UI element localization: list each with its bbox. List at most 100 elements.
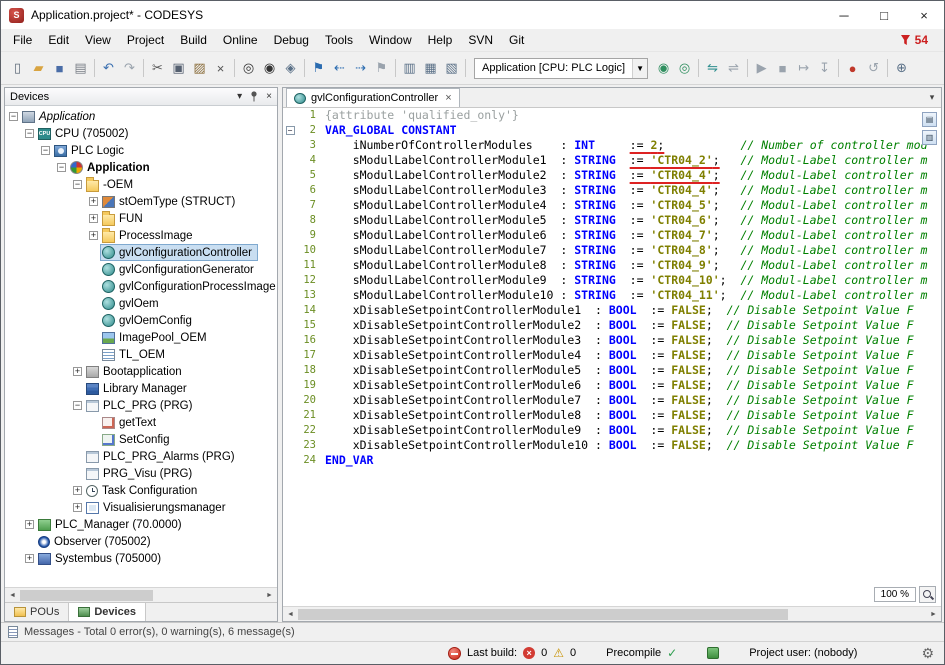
logout-icon[interactable]: ⇌: [723, 57, 744, 79]
zoom-button[interactable]: [919, 586, 936, 603]
declarations-view-icon[interactable]: ▥: [399, 57, 420, 79]
code-line[interactable]: 21 xDisableSetpointControllerModule8 : B…: [283, 408, 941, 423]
login-icon[interactable]: ⇋: [702, 57, 723, 79]
menu-file[interactable]: File: [5, 31, 40, 49]
tree-item-visualisierungsmanager[interactable]: +Visualisierungsmanager: [5, 499, 277, 516]
tree-item-gvloemconfig[interactable]: gvlOemConfig: [5, 312, 277, 329]
code-line[interactable]: 11 sModulLabelControllerModule8 : STRING…: [283, 258, 941, 273]
scrollbar-thumb[interactable]: [20, 590, 153, 601]
generate-code-icon[interactable]: ◎: [674, 57, 695, 79]
panel-tab-devices[interactable]: Devices: [69, 603, 146, 621]
menu-git[interactable]: Git: [501, 31, 532, 49]
paste-icon[interactable]: ▨: [189, 57, 210, 79]
print-icon[interactable]: ▤: [70, 57, 91, 79]
code-line[interactable]: 17 xDisableSetpointControllerModule4 : B…: [283, 348, 941, 363]
insert-icon[interactable]: ⊕: [891, 57, 912, 79]
code-line[interactable]: 1{attribute 'qualified_only'}: [283, 108, 941, 123]
redo-icon[interactable]: ↷: [119, 57, 140, 79]
menu-project[interactable]: Project: [119, 31, 172, 49]
active-application-selector[interactable]: Application [CPU: PLC Logic] ▼: [474, 58, 648, 79]
collapse-icon[interactable]: −: [41, 146, 50, 155]
close-tab-icon[interactable]: ×: [445, 92, 451, 104]
code-line[interactable]: 6 sModulLabelControllerModule3 : STRING …: [283, 183, 941, 198]
code-line[interactable]: 3 iNumberOfControllerModules : INT := 2;…: [283, 138, 941, 153]
menu-svn[interactable]: SVN: [460, 31, 501, 49]
tree-item-fun[interactable]: +FUN: [5, 210, 277, 227]
menu-help[interactable]: Help: [420, 31, 461, 49]
scroll-left-icon[interactable]: ◄: [283, 607, 298, 621]
undo-icon[interactable]: ↶: [98, 57, 119, 79]
tree-item-gvlconfigurationgenerator[interactable]: gvlConfigurationGenerator: [5, 261, 277, 278]
tree-item-oem[interactable]: −-OEM: [5, 176, 277, 193]
close-panel-icon[interactable]: ×: [266, 91, 272, 102]
prev-bookmark-icon[interactable]: ⇠: [329, 57, 350, 79]
minimize-button[interactable]: ─: [824, 1, 864, 29]
code-line[interactable]: 24END_VAR: [283, 453, 941, 468]
tab-list-chevron-icon[interactable]: ▾: [923, 92, 941, 103]
collapse-icon[interactable]: −: [57, 163, 66, 172]
tree-item-application[interactable]: −Application: [5, 159, 277, 176]
panel-menu-chevron-icon[interactable]: ▾: [237, 91, 242, 102]
tree-item-plc-prg-prg[interactable]: −PLC_PRG (PRG): [5, 397, 277, 414]
tree-item-observer-705002[interactable]: Observer (705002): [5, 533, 277, 550]
save-icon[interactable]: ■: [49, 57, 70, 79]
tree-item-prg-visu-prg[interactable]: PRG_Visu (PRG): [5, 465, 277, 482]
step-over-icon[interactable]: ↦: [793, 57, 814, 79]
tree-item-imagepool-oem[interactable]: ImagePool_OEM: [5, 329, 277, 346]
expand-icon[interactable]: +: [25, 520, 34, 529]
code-line[interactable]: 5 sModulLabelControllerModule2 : STRING …: [283, 168, 941, 183]
next-bookmark-icon[interactable]: ⇢: [350, 57, 371, 79]
code-editor[interactable]: 1{attribute 'qualified_only'}−2VAR_GLOBA…: [283, 108, 941, 606]
editor-tab-gvlconfigurationcontroller[interactable]: gvlConfigurationController ×: [286, 88, 460, 107]
tree-item-stoemtype-struct[interactable]: +stOemType (STRUCT): [5, 193, 277, 210]
code-line[interactable]: 14 xDisableSetpointControllerModule1 : B…: [283, 303, 941, 318]
step-into-icon[interactable]: ↧: [814, 57, 835, 79]
fold-collapse-icon[interactable]: −: [283, 126, 297, 135]
watch-view-icon[interactable]: ▧: [441, 57, 462, 79]
tree-item-gettext[interactable]: getText: [5, 414, 277, 431]
find-icon[interactable]: ◎: [238, 57, 259, 79]
tree-item-plc-prg-alarms-prg[interactable]: PLC_PRG_Alarms (PRG): [5, 448, 277, 465]
collapse-icon[interactable]: −: [9, 112, 18, 121]
code-line[interactable]: 22 xDisableSetpointControllerModule9 : B…: [283, 423, 941, 438]
expand-icon[interactable]: +: [89, 214, 98, 223]
scrollbar-track[interactable]: [298, 607, 926, 621]
tree-item-task-configuration[interactable]: +Task Configuration: [5, 482, 277, 499]
scroll-right-icon[interactable]: ►: [926, 607, 941, 621]
code-line[interactable]: 4 sModulLabelControllerModule1 : STRING …: [283, 153, 941, 168]
toggle-bookmark-icon[interactable]: ⚑: [308, 57, 329, 79]
clear-bookmarks-icon[interactable]: ⚑: [371, 57, 392, 79]
textual-view-icon[interactable]: ▤: [922, 112, 937, 127]
menu-tools[interactable]: Tools: [317, 31, 361, 49]
expand-icon[interactable]: +: [73, 503, 82, 512]
menu-window[interactable]: Window: [361, 31, 420, 49]
menu-online[interactable]: Online: [215, 31, 266, 49]
scrollbar-thumb[interactable]: [298, 609, 788, 620]
search-all-icon[interactable]: ◈: [280, 57, 301, 79]
tree-item-gvlconfigurationprocessimage[interactable]: gvlConfigurationProcessImage: [5, 278, 277, 295]
expand-icon[interactable]: +: [89, 197, 98, 206]
gear-icon[interactable]: ⚙: [921, 645, 934, 662]
delete-icon[interactable]: ×: [210, 57, 231, 79]
tree-item-application[interactable]: −Application: [5, 108, 277, 125]
scroll-right-icon[interactable]: ►: [262, 588, 277, 602]
code-line[interactable]: 16 xDisableSetpointControllerModule3 : B…: [283, 333, 941, 348]
expand-icon[interactable]: +: [73, 486, 82, 495]
cut-icon[interactable]: ✂: [147, 57, 168, 79]
code-line[interactable]: 13 sModulLabelControllerModule10 : STRIN…: [283, 288, 941, 303]
collapse-icon[interactable]: −: [73, 401, 82, 410]
replace-icon[interactable]: ◉: [259, 57, 280, 79]
scrollbar-track[interactable]: [20, 588, 262, 602]
start-icon[interactable]: ▶: [751, 57, 772, 79]
code-line[interactable]: −2VAR_GLOBAL CONSTANT: [283, 123, 941, 138]
pin-icon[interactable]: [250, 91, 258, 102]
code-line[interactable]: 18 xDisableSetpointControllerModule5 : B…: [283, 363, 941, 378]
tree-item-plc-manager-70-0000[interactable]: +PLC_Manager (70.0000): [5, 516, 277, 533]
menu-debug[interactable]: Debug: [266, 31, 317, 49]
scroll-left-icon[interactable]: ◄: [5, 588, 20, 602]
expand-icon[interactable]: +: [89, 231, 98, 240]
code-line[interactable]: 19 xDisableSetpointControllerModule6 : B…: [283, 378, 941, 393]
menu-edit[interactable]: Edit: [40, 31, 77, 49]
tree-item-plc-logic[interactable]: −PLC Logic: [5, 142, 277, 159]
expand-icon[interactable]: +: [73, 367, 82, 376]
